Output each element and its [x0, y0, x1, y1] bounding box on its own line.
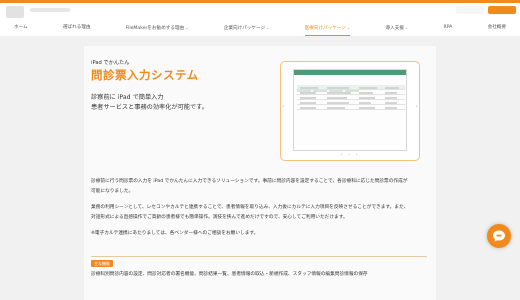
chevron-down-icon: ⌄ [404, 25, 409, 30]
page-title: 問診票入力システム [91, 68, 199, 82]
hero-lead: 診察前に iPad で簡単入力 患者サービスと事務の効率化が可能です。 [91, 93, 208, 113]
site-logo[interactable] [6, 6, 24, 18]
hero-subtitle: iPad でかんたん [91, 60, 130, 66]
nav-item-support[interactable]: 導入支援⌄ [386, 20, 409, 36]
header-button-primary[interactable] [488, 6, 516, 14]
chevron-down-icon: ⌄ [346, 25, 351, 30]
nav-item-home[interactable]: ホーム [14, 20, 28, 36]
site-header: ホーム 選ばれる理由 FileMakerをお勧めする理由⌄ 企業向けパッケージ⌄… [0, 0, 520, 36]
description-line: 業務の利用シーンとして、レセコンやカルテと連携することで、患者情報を取り込み、入… [91, 205, 409, 210]
nav-item-filemaker[interactable]: FileMakerをお勧めする理由⌄ [126, 20, 189, 36]
nav-label: 会社概要 [487, 25, 506, 30]
nav-label: 選ばれる理由 [62, 25, 91, 30]
chevron-down-icon: ⌄ [266, 25, 270, 30]
description-line: 対話形式による直感操作でご高齢の患者様でも簡単操作。演技を挟んで進めだけですので… [91, 214, 348, 220]
global-nav: ホーム 選ばれる理由 FileMakerをお勧めする理由⌄ 企業向けパッケージ⌄… [0, 20, 520, 36]
nav-item-medical[interactable]: 医療向けパッケージ⌄ [304, 20, 351, 36]
nav-item-rpa[interactable]: RPA [444, 20, 453, 36]
chat-bubble-icon [493, 230, 505, 242]
nav-label: 医療向けパッケージ [304, 26, 346, 31]
nav-label: ホーム [14, 25, 28, 30]
description-line: 診療前に行う問診票の入力を iPad でかんたんに入力できるソリューションです。… [91, 179, 408, 184]
nav-label: 導入支援 [385, 26, 404, 31]
screenshot-toolbar [297, 77, 405, 92]
page-body: iPad でかんたん 問診票入力システム 診察前に iPad で簡単入力 患者サ… [0, 36, 520, 300]
section-divider [91, 256, 427, 257]
nav-item-company[interactable]: 会社概要 [488, 20, 506, 36]
product-card: iPad でかんたん 問診票入力システム 診察前に iPad で簡単入力 患者サ… [84, 46, 436, 300]
chevron-right-icon[interactable]: › [416, 103, 418, 110]
carousel-dots[interactable]: • • • [281, 152, 419, 157]
nav-label: RPA [443, 25, 453, 30]
chevron-down-icon: ⌄ [185, 25, 189, 30]
product-description: 診療前に行う問診票の入力を iPad でかんたんに入力できるソリューションです。… [91, 177, 431, 222]
features-text: 診療科別問診内容の設定、問診対応者の署名機能、問診結果一覧、患者情報の取込・新規… [91, 272, 368, 277]
ehr-note: ※電子カルテ連携にあたりましては、各ベンダー様へのご相談をお願いします。 [91, 231, 259, 236]
app-screenshot [293, 69, 407, 151]
screenshot-header-bar [294, 70, 406, 75]
header-button-secondary[interactable] [456, 6, 484, 14]
tablet-screenshot-carousel: ‹ › • • • [280, 61, 420, 161]
chat-button[interactable] [487, 224, 511, 248]
nav-label: 企業向けパッケージ [223, 26, 266, 31]
nav-item-reasons[interactable]: 選ばれる理由 [63, 20, 91, 36]
hero-lead-line: 診察前に iPad で簡単入力 [91, 94, 164, 101]
nav-item-enterprise[interactable]: 企業向けパッケージ⌄ [224, 20, 270, 36]
features-badge: 主な機能 [91, 260, 113, 267]
hero-lead-line: 患者サービスと事務の効率化が可能です。 [91, 104, 208, 111]
chevron-left-icon[interactable]: ‹ [282, 103, 284, 110]
screenshot-table-row [297, 105, 405, 110]
nav-label: FileMakerをお勧めする理由 [125, 26, 185, 31]
description-line: 可能になりました。 [91, 188, 134, 194]
site-name-graphic [30, 8, 70, 12]
screenshot-table [297, 85, 405, 110]
brand-bar [0, 0, 520, 3]
